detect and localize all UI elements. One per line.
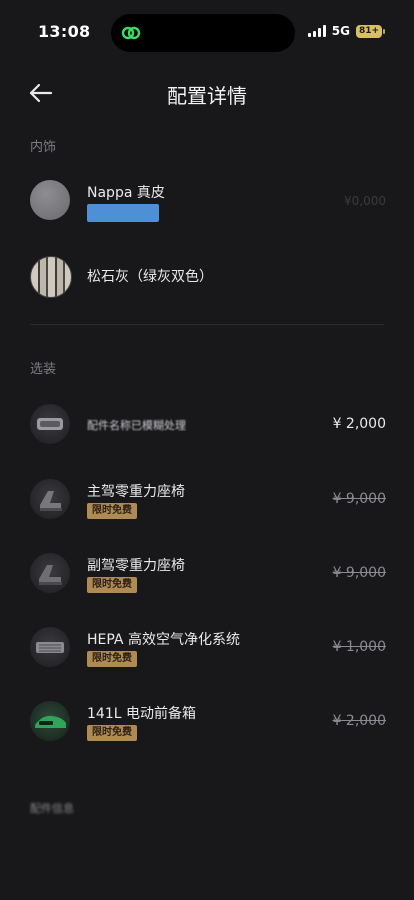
config-detail-page: 13:08 5G 81+ 配置详情 内饰 Nappa 真皮 ¥0,000 松石灰…	[0, 0, 414, 900]
item-price: ¥ 2,000	[332, 416, 386, 432]
redacted-bar	[87, 204, 159, 222]
battery-icon: 81+	[356, 24, 385, 38]
blurred-footer-text: 配件信息	[30, 802, 74, 815]
item-price: ¥ 2,000	[332, 713, 386, 729]
item-name: 141L 电动前备箱	[87, 706, 196, 722]
promo-badge: 限时免费	[87, 577, 137, 593]
color-swatch	[30, 256, 72, 298]
item-name: 松石灰（绿灰双色）	[87, 269, 213, 285]
list-item-color[interactable]: 松石灰（绿灰双色）	[30, 256, 386, 298]
signal-icon	[307, 25, 326, 37]
item-price: ¥ 1,000	[332, 639, 386, 655]
page-title: 配置详情	[167, 84, 247, 108]
item-price: ¥ 9,000	[332, 565, 386, 581]
air-filter-thumbnail	[30, 627, 70, 667]
list-item-option[interactable]: 141L 电动前备箱 限时免费 ¥ 2,000	[30, 701, 386, 745]
list-item-option[interactable]: HEPA 高效空气净化系统 限时免费 ¥ 1,000	[30, 627, 386, 671]
item-name: 副驾零重力座椅	[87, 558, 185, 574]
status-indicators: 5G 81+	[307, 24, 385, 38]
link-icon	[121, 26, 141, 40]
network-type: 5G	[331, 24, 350, 38]
accessory-thumbnail	[30, 404, 70, 444]
promo-badge: 限时免费	[87, 651, 137, 667]
dynamic-island	[111, 14, 295, 52]
seat-thumbnail	[30, 553, 70, 593]
leather-swatch	[30, 180, 70, 220]
list-item-option[interactable]: 副驾零重力座椅 限时免费 ¥ 9,000	[30, 553, 386, 597]
status-bar: 13:08 5G 81+	[0, 0, 414, 66]
list-item-nappa[interactable]: Nappa 真皮 ¥0,000	[30, 180, 386, 224]
item-name: HEPA 高效空气净化系统	[87, 632, 240, 648]
section-divider	[30, 324, 384, 325]
section-label-interior: 内饰	[30, 140, 57, 155]
promo-badge: 限时免费	[87, 725, 137, 741]
item-name: 配件名称已模糊处理	[87, 419, 186, 432]
list-item-option[interactable]: 主驾零重力座椅 限时免费 ¥ 9,000	[30, 479, 386, 523]
seat-thumbnail	[30, 479, 70, 519]
frunk-thumbnail	[30, 701, 70, 741]
promo-badge: 限时免费	[87, 503, 137, 519]
list-item-option[interactable]: 配件名称已模糊处理 ¥ 2,000	[30, 404, 386, 444]
item-name: 主驾零重力座椅	[87, 484, 185, 500]
item-price-faint: ¥0,000	[344, 194, 386, 208]
item-price: ¥ 9,000	[332, 491, 386, 507]
status-time: 13:08	[38, 22, 91, 41]
page-header: 配置详情	[0, 70, 414, 116]
item-name: Nappa 真皮	[87, 185, 165, 201]
section-label-options: 选装	[30, 362, 57, 377]
